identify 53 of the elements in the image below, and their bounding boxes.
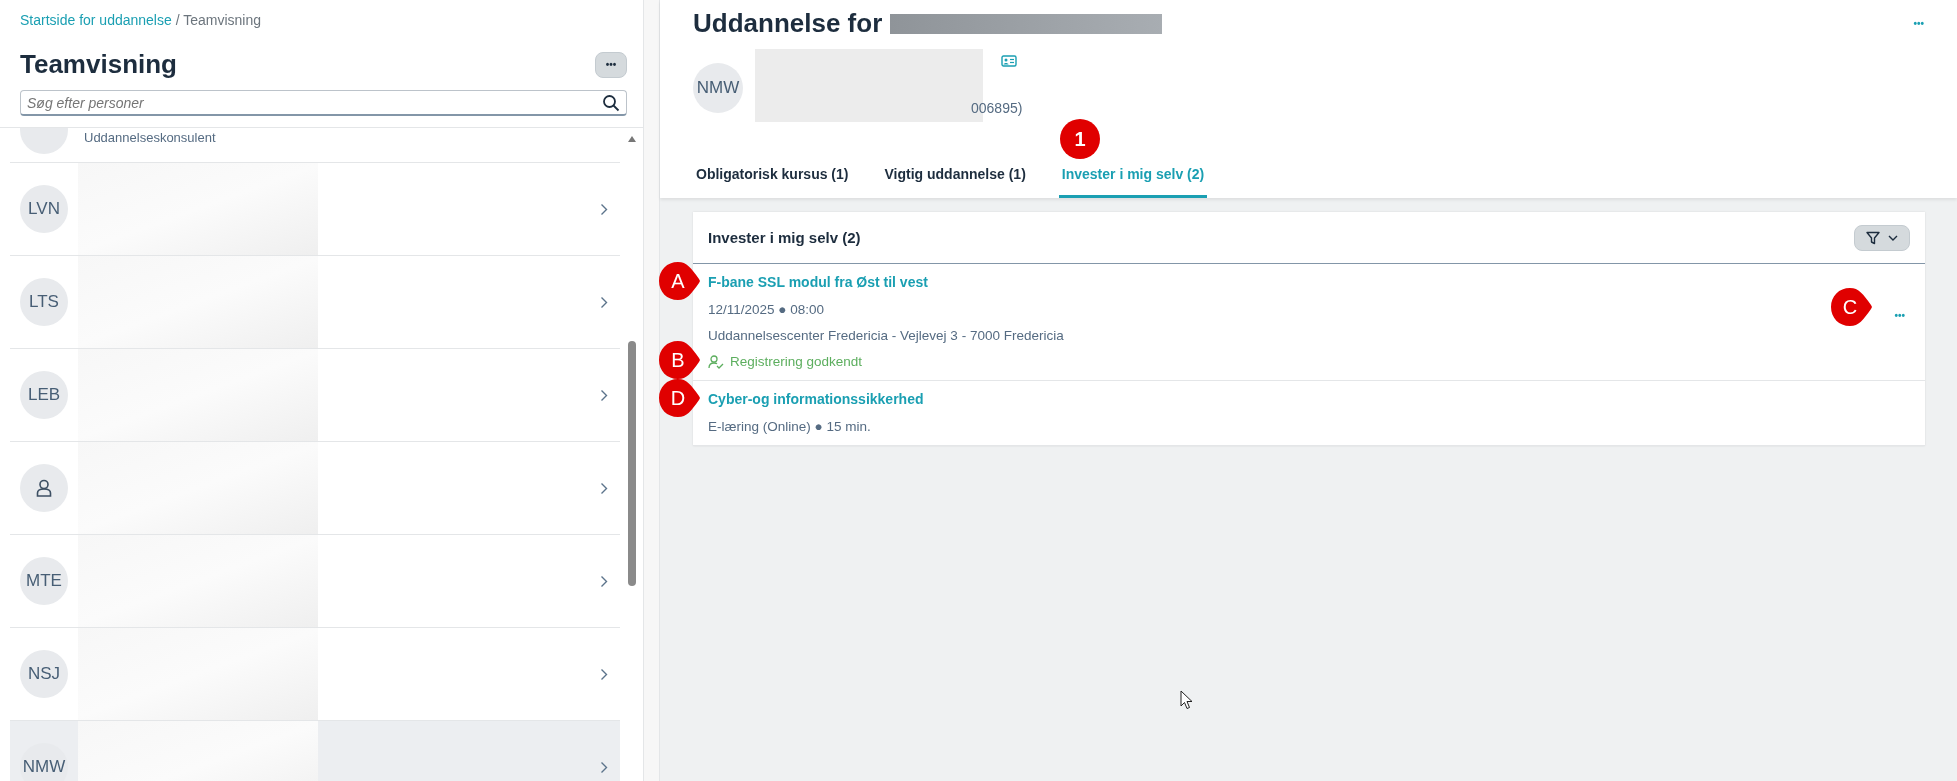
person-icon (36, 479, 52, 498)
callout-marker: D (657, 376, 701, 419)
more-button[interactable]: ••• (1892, 308, 1907, 324)
course-detail: Uddannelsescenter Fredericia - Vejlevej 3 - 7000 Fredericia (708, 327, 1064, 346)
breadcrumb-link[interactable]: Startside for uddannelse (20, 12, 172, 28)
more-button[interactable]: ••• (1913, 16, 1924, 32)
chevron-right-icon[interactable] (600, 760, 608, 774)
search-icon[interactable] (602, 94, 620, 113)
course-link[interactable]: Cyber-og informationssikkerhed (708, 388, 924, 410)
chevron-right-icon[interactable] (600, 295, 608, 309)
page-title: Uddannelse for (693, 8, 883, 40)
avatar: NMW (693, 63, 743, 114)
person-role: Uddannelseskonsulent (84, 129, 216, 148)
search-field[interactable]: Søg efter personer (20, 90, 627, 117)
avatar: LEB (20, 371, 68, 420)
employee-number: 006895) (971, 99, 1023, 119)
filter-icon (1866, 230, 1880, 245)
person-row[interactable]: LTS (10, 256, 620, 350)
person-row[interactable]: NSJ (10, 628, 620, 722)
id-card-icon[interactable] (1001, 55, 1017, 68)
person-row[interactable]: LEB (10, 349, 620, 443)
person-row[interactable]: MTE (10, 535, 620, 629)
callout-marker: C (1829, 286, 1873, 329)
chevron-right-icon[interactable] (600, 202, 608, 216)
section-title: Invester i mig selv (2) (708, 228, 861, 247)
breadcrumb-separator: / (174, 12, 181, 28)
avatar: LVN (20, 185, 68, 234)
more-button[interactable]: ••• (595, 51, 627, 78)
course-detail: 12/11/2025 ● 08:00 (708, 301, 824, 320)
tab[interactable]: Obligatorisk kursus (1) (693, 164, 852, 199)
person-check-icon (708, 354, 724, 369)
filter-button[interactable] (1854, 224, 1910, 251)
person-row[interactable]: NMW (10, 721, 620, 781)
avatar: NMW (20, 743, 68, 781)
callout-marker: A (657, 260, 701, 303)
breadcrumb-current: Teamvisning (183, 12, 261, 28)
sidebar-title: Teamvisning (20, 49, 177, 81)
chevron-right-icon[interactable] (600, 388, 608, 402)
course-link[interactable]: F-bane SSL modul fra Øst til vest (708, 272, 928, 294)
avatar: MTE (20, 557, 68, 606)
mouse-cursor-icon (1180, 690, 1194, 710)
callout-marker: 1 (1058, 118, 1103, 161)
registration-status: Registrering godkendt (730, 352, 863, 371)
tab[interactable]: Vigtig uddannelse (1) (881, 164, 1029, 199)
chevron-right-icon[interactable] (600, 667, 608, 681)
chevron-right-icon[interactable] (600, 481, 608, 495)
person-row[interactable]: LVN (10, 163, 620, 257)
avatar: LTS (20, 278, 68, 327)
chevron-right-icon[interactable] (600, 574, 608, 588)
caret-icon (1888, 234, 1898, 241)
avatar: NSJ (20, 650, 68, 699)
callout-marker: B (657, 338, 701, 381)
course-detail: E-læring (Online) ● 15 min. (708, 417, 871, 436)
